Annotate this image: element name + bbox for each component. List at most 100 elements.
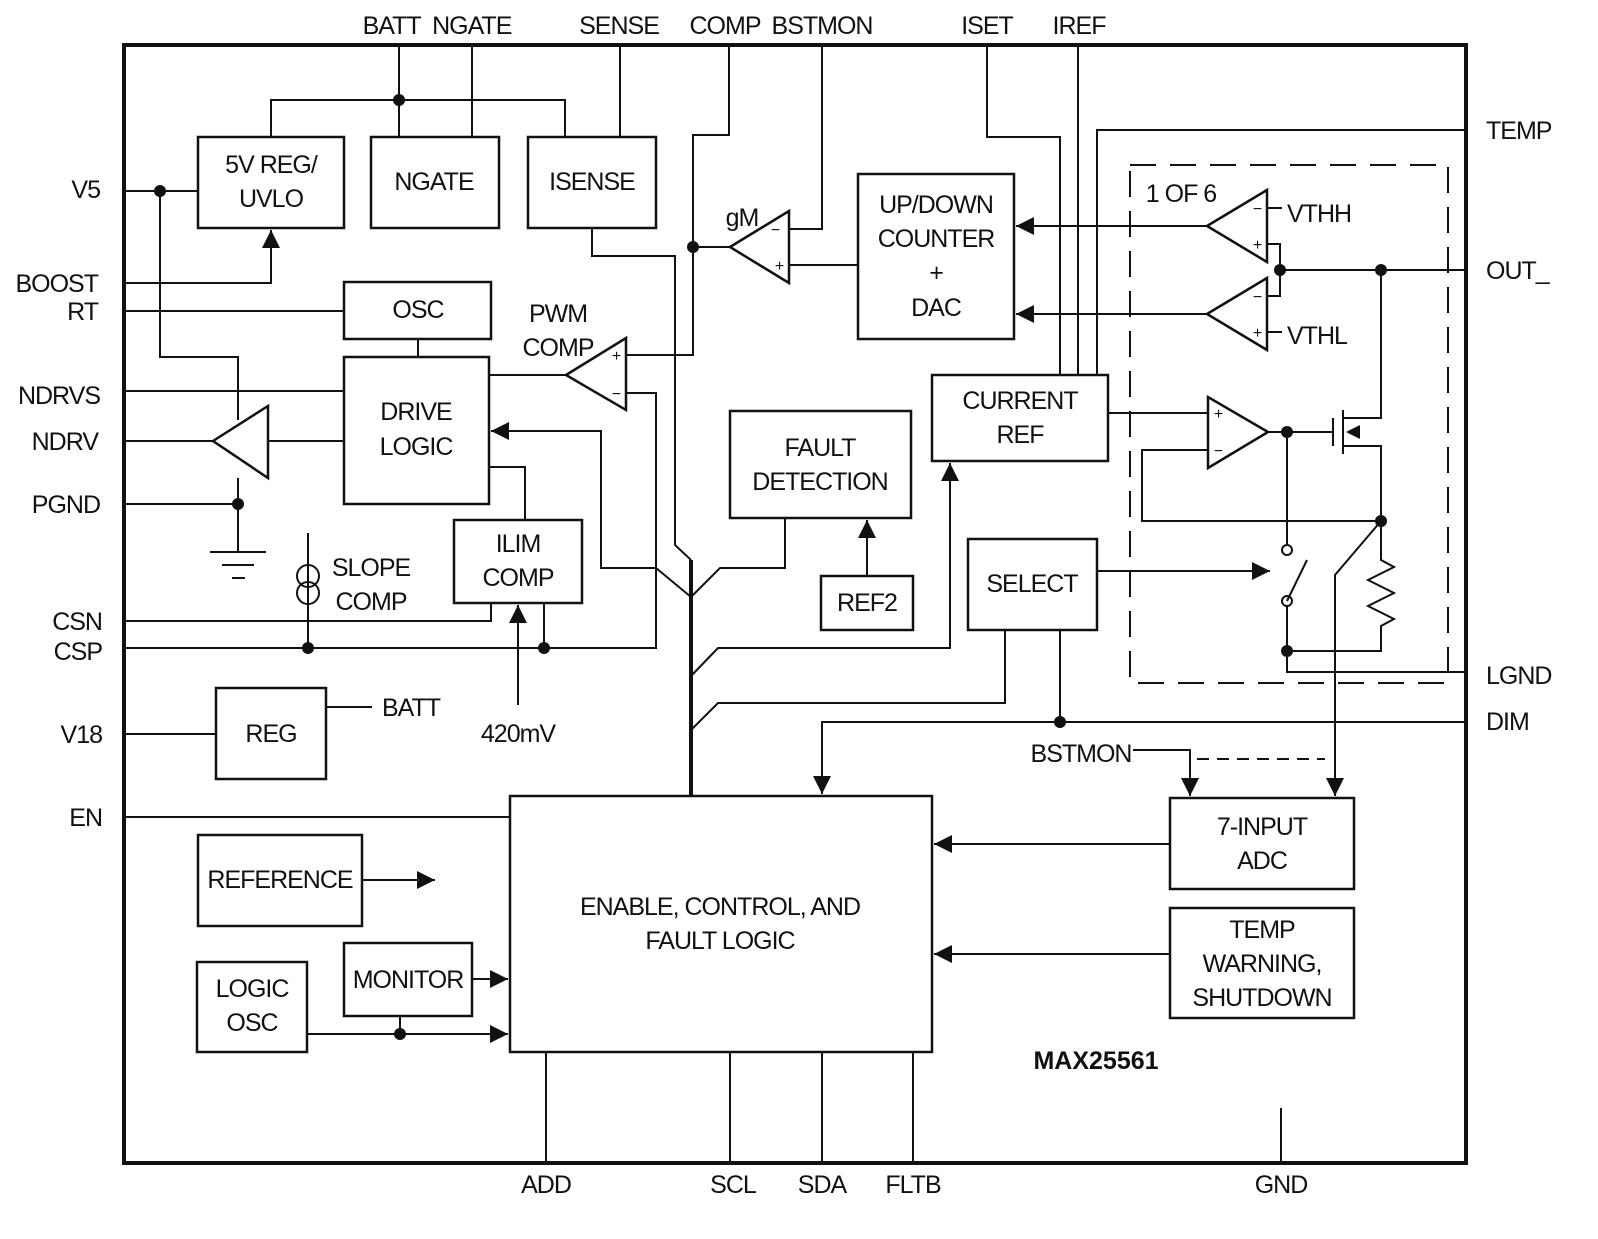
block-ref2: REF2 [819,574,915,632]
svg-text:ENABLE, CONTROL, AND: ENABLE, CONTROL, AND [580,893,860,921]
block-osc: OSC [342,280,493,341]
svg-text:ISENSE: ISENSE [549,168,635,196]
svg-text:FAULT: FAULT [785,434,857,462]
svg-text:CURRENT: CURRENT [962,387,1078,415]
pin-out: OUT_ [1486,257,1551,285]
plus-sign: + [1253,325,1262,342]
pin-ndrvs: NDRVS [18,382,100,410]
svg-text:MONITOR: MONITOR [353,966,464,994]
svg-text:FAULT LOGIC: FAULT LOGIC [645,927,795,955]
block-logic-osc: LOGIC OSC [195,960,309,1054]
block-select: SELECT [966,537,1099,632]
svg-text:REG: REG [245,720,296,748]
block-7-input-adc: 7-INPUT ADC [1168,796,1356,891]
pin-batt-ngate: BATT NGATE [363,12,512,40]
vthl-label: VTHL [1287,322,1348,350]
pin-v18: V18 [61,721,103,749]
pin-csp: CSP [54,638,103,666]
plus-sign: + [1214,406,1223,423]
pin-comp: COMP [690,12,761,40]
block-enable-control-fault-logic: ENABLE, CONTROL, AND FAULT LOGIC [508,794,934,1054]
one-of-six-label: 1 OF 6 [1146,180,1217,208]
block-diagram: − + + − − + − + + − 5V REG/ UVLO NGATE I… [15,12,1553,1199]
block-reference: REFERENCE [196,833,364,928]
block-5v-reg-uvlo: 5V REG/ UVLO [196,135,346,230]
svg-text:NGATE: NGATE [394,168,474,196]
pin-en: EN [69,804,102,832]
amplifiers [210,187,1271,481]
svg-text:ILIM: ILIM [496,530,541,558]
gm-label: gM [726,204,759,232]
block-fault-detection: FAULT DETECTION [728,409,913,520]
block-temp-warning-shutdown: TEMP WARNING, SHUTDOWN [1168,906,1356,1020]
420mv-label: 420mV [481,720,557,748]
svg-text:+: + [929,259,943,287]
pin-temp: TEMP [1486,117,1552,145]
batt-label: BATT [382,694,441,722]
pin-dim: DIM [1486,708,1529,736]
right-pins: TEMP OUT_ LGND DIM [1486,117,1553,736]
svg-text:DAC: DAC [911,294,962,322]
pin-iref: IREF [1053,12,1107,40]
block-updown-counter-dac: UP/DOWN COUNTER + DAC [856,172,1016,341]
svg-text:REF2: REF2 [837,589,897,617]
slope-comp-label: COMP [336,588,407,616]
svg-text:SELECT: SELECT [986,570,1078,598]
pin-sense: SENSE [579,12,659,40]
bottom-pins: ADD SCL SDA FLTB GND [521,1171,1308,1199]
svg-text:5V REG/: 5V REG/ [225,151,318,179]
svg-text:COUNTER: COUNTER [878,225,995,253]
svg-text:UP/DOWN: UP/DOWN [879,191,993,219]
vthh-label: VTHH [1287,200,1351,228]
pin-add: ADD [521,1171,571,1199]
minus-sign: − [1253,201,1262,218]
pin-bstmon: BSTMON [772,12,873,40]
svg-text:7-INPUT: 7-INPUT [1217,813,1308,841]
block-reg: REG [214,686,328,781]
svg-text:LOGIC: LOGIC [216,975,290,1003]
block-current-ref: CURRENT REF [930,373,1110,463]
block-ilim-comp: ILIM COMP [452,518,584,605]
chip-name: MAX25561 [1033,1047,1158,1075]
pin-csn: CSN [52,608,102,636]
svg-text:UVLO: UVLO [239,185,304,213]
svg-text:DETECTION: DETECTION [752,468,887,496]
svg-text:DRIVE: DRIVE [380,398,452,426]
pwm-comp-label: COMP [523,334,594,362]
pin-ndrv: NDRV [32,428,100,456]
plus-sign: + [1253,237,1262,254]
block-isense: ISENSE [526,135,658,230]
svg-text:OSC: OSC [226,1009,278,1037]
bstmon-internal-label: BSTMON [1031,740,1132,768]
pin-pgnd: PGND [32,491,100,519]
svg-text:REFERENCE: REFERENCE [207,866,353,894]
pin-boost: BOOST [15,270,98,298]
minus-sign: − [1214,443,1223,460]
block-ngate: NGATE [369,135,501,230]
ndrv-driver [210,403,270,481]
pin-iset: ISET [961,12,1013,40]
pin-scl: SCL [710,1171,757,1199]
plus-sign: + [775,258,784,275]
svg-text:WARNING,: WARNING, [1203,950,1322,978]
pin-fltb: FLTB [885,1171,941,1199]
plus-sign: + [612,348,621,365]
minus-sign: − [1253,289,1262,306]
svg-text:TEMP: TEMP [1229,916,1295,944]
svg-text:ADC: ADC [1237,847,1288,875]
slope-comp-label: SLOPE [332,554,411,582]
top-pins: BATT NGATE SENSE COMP BSTMON ISET IREF [363,12,1108,40]
pin-v5: V5 [71,176,100,204]
block-monitor: MONITOR [342,941,474,1018]
left-pins: V5 BOOST RT NDRVS NDRV PGND CSN CSP V18 … [15,176,103,832]
minus-sign: − [771,222,780,239]
pin-lgnd: LGND [1486,662,1551,690]
svg-text:REF: REF [997,421,1045,449]
minus-sign: − [612,386,621,403]
pin-sda: SDA [798,1171,848,1199]
svg-text:COMP: COMP [483,564,554,592]
block-drive-logic: DRIVE LOGIC [342,355,491,506]
svg-text:LOGIC: LOGIC [380,433,454,461]
pwm-comp-label: PWM [529,300,587,328]
svg-text:SHUTDOWN: SHUTDOWN [1192,984,1331,1012]
